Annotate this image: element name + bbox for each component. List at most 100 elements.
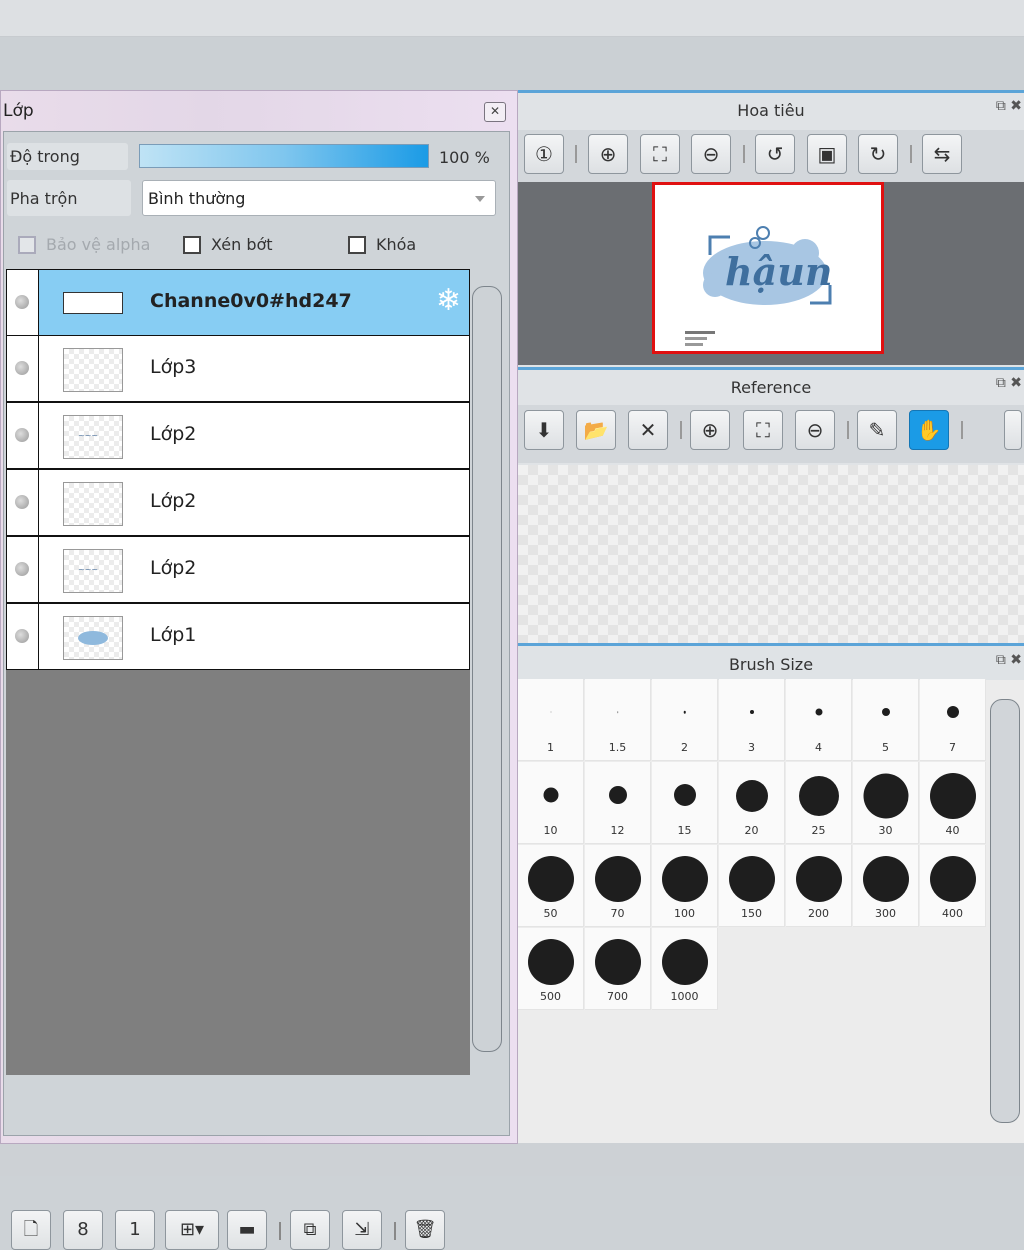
brush-size-cell[interactable]: 25 [786,762,852,844]
brush-size-cell[interactable]: 700 [585,928,651,1010]
eye-icon [15,562,29,576]
layer-row[interactable]: Channe0v0#hd247 ❄ [6,269,470,336]
brush-size-cell[interactable]: 300 [853,845,919,927]
new-8bit-layer-icon[interactable]: 8 [63,1210,103,1250]
layer-row[interactable]: ~~~ Lớp2 [6,536,470,603]
layer-thumbnail: ~~~ [63,415,123,459]
visibility-toggle[interactable] [7,403,39,468]
close-icon[interactable]: ✕ [484,102,506,122]
brush-dot-icon [673,784,696,806]
brush-size-scrollbar[interactable] [990,699,1020,1123]
duplicate-layer-icon[interactable]: ⧉ [290,1210,330,1250]
toolbar-separator [680,421,682,439]
brush-size-cell[interactable]: 10 [518,762,584,844]
viewport-frame[interactable]: hậun [652,182,884,354]
navigator-panel: Hoa tiêu ⧉ ✖ ① ⊕ ⛶ ⊖ ↺ ▣ ↻ ⇆ hậun [518,90,1024,367]
new-layer-icon[interactable]: 🗋 [11,1210,51,1250]
brush-dot-icon [862,856,909,902]
zoom-in-icon[interactable]: ⊕ [690,410,730,450]
brush-dot-icon [863,773,908,819]
brush-size-cell[interactable]: 30 [853,762,919,844]
brush-size-cell[interactable]: 150 [719,845,785,927]
new-1bit-layer-icon[interactable]: 1 [115,1210,155,1250]
reset-rotation-icon[interactable]: ▣ [807,134,847,174]
reference-toolbar-scroll[interactable] [1004,410,1022,450]
zoom-in-icon[interactable]: ⊕ [588,134,628,174]
brush-dot-icon [929,856,976,902]
layer-list-scrollbar[interactable] [472,286,504,1056]
layer-row[interactable]: Lớp1 [6,603,470,670]
brush-size-cell[interactable]: 100 [652,845,718,927]
visibility-toggle[interactable] [7,537,39,602]
brush-size-cell[interactable]: 500 [518,928,584,1010]
close-icon[interactable]: ✖ [1010,652,1022,668]
download-icon[interactable]: ⬇ [524,410,564,450]
brush-size-cell[interactable]: 70 [585,845,651,927]
fit-view-icon[interactable]: ⛶ [743,410,783,450]
flip-horizontal-icon[interactable]: ⇆ [922,134,962,174]
lock-checkbox[interactable] [348,236,366,254]
zoom-actual-icon[interactable]: ① [524,134,564,174]
layer-row[interactable]: Lớp3 [6,335,470,402]
brush-size-cell[interactable]: 1.5 [585,679,651,761]
reference-panel: Reference ⧉ ✖ ⬇ 📂 ✕ ⊕ ⛶ ⊖ ✎ ✋ [518,367,1024,643]
visibility-toggle[interactable] [7,270,39,335]
pop-out-icon[interactable]: ⧉ [996,98,1006,114]
brush-size-cell[interactable]: 12 [585,762,651,844]
brush-size-cell[interactable]: 1 [518,679,584,761]
open-folder-icon[interactable]: 📂 [576,410,616,450]
brush-size-cell[interactable]: 50 [518,845,584,927]
new-folder-icon[interactable]: ▬ [227,1210,267,1250]
clip-checkbox[interactable] [183,236,201,254]
close-icon[interactable]: ✖ [1010,98,1022,114]
brush-size-label: 70 [610,907,625,920]
pop-out-icon[interactable]: ⧉ [996,652,1006,668]
brush-size-cell[interactable]: 20 [719,762,785,844]
blend-mode-select[interactable]: Bình thường [142,180,496,216]
pop-out-icon[interactable]: ⧉ [996,375,1006,391]
layer-row[interactable]: Lớp2 [6,469,470,536]
add-layer-menu-icon[interactable]: ⊞▾ [165,1210,219,1250]
visibility-toggle[interactable] [7,336,39,401]
delete-layer-icon[interactable]: 🗑 [405,1210,445,1250]
navigator-title: Hoa tiêu [737,101,805,120]
merge-down-icon[interactable]: ⇲ [342,1210,382,1250]
layer-row[interactable]: ~~~ Lớp2 [6,402,470,469]
brush-dot-icon [661,856,708,902]
toolbar-separator [743,145,745,163]
rotate-right-icon[interactable]: ↻ [858,134,898,174]
layer-list: Channe0v0#hd247 ❄ Lớp3 ~~~ Lớp2 Lớp2 ~~~ [6,269,470,1075]
fit-view-icon[interactable]: ⛶ [640,134,680,174]
layer-name: Lớp3 [150,356,197,378]
brush-size-label: 40 [945,824,960,837]
brush-size-cell[interactable]: 15 [652,762,718,844]
zoom-out-icon[interactable]: ⊖ [691,134,731,174]
brush-size-cell[interactable]: 1000 [652,928,718,1010]
brush-size-label: 7 [949,741,956,754]
brush-size-label: 300 [875,907,896,920]
opacity-slider[interactable] [139,144,429,168]
scrollbar-thumb[interactable] [472,286,502,1052]
brush-size-cell[interactable]: 5 [853,679,919,761]
brush-size-cell[interactable]: 40 [920,762,986,844]
reference-canvas[interactable] [518,465,1024,643]
close-icon[interactable]: ✕ [628,410,668,450]
visibility-toggle[interactable] [7,470,39,535]
brush-size-cell[interactable]: 200 [786,845,852,927]
hand-icon[interactable]: ✋ [909,410,949,450]
brush-size-cell[interactable]: 400 [920,845,986,927]
zoom-out-icon[interactable]: ⊖ [795,410,835,450]
brush-size-cell[interactable]: 2 [652,679,718,761]
toolbar-separator [279,1222,281,1240]
brush-size-cell[interactable]: 7 [920,679,986,761]
brush-dot-icon [728,856,775,902]
brush-size-cell[interactable]: 4 [786,679,852,761]
close-icon[interactable]: ✖ [1010,375,1022,391]
eyedropper-icon[interactable]: ✎ [857,410,897,450]
visibility-toggle[interactable] [7,604,39,669]
gear-icon[interactable]: ❄ [436,286,461,316]
brush-size-cell[interactable]: 3 [719,679,785,761]
rotate-left-icon[interactable]: ↺ [755,134,795,174]
protect-alpha-checkbox[interactable] [18,236,36,254]
navigator-view[interactable]: hậun [518,182,1024,365]
